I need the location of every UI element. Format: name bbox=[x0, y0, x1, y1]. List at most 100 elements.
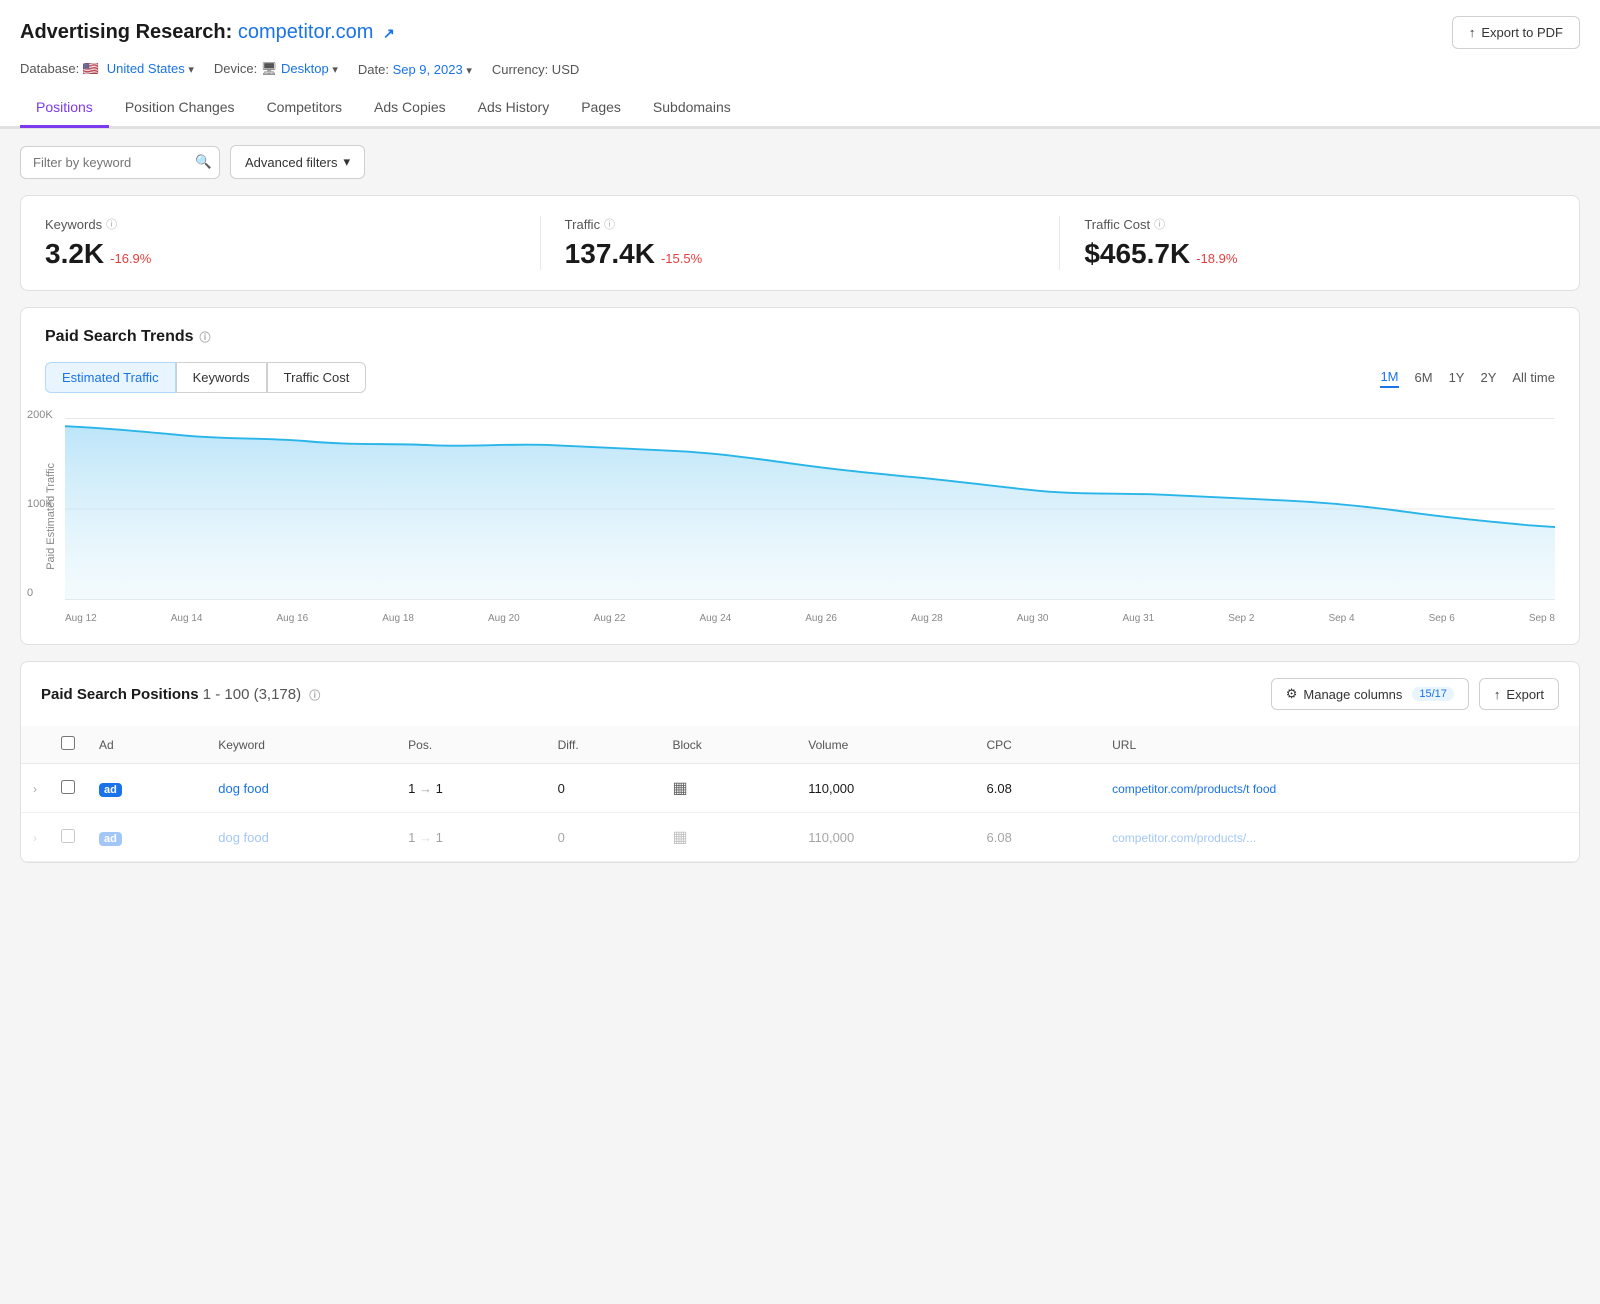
url-link[interactable]: competitor.com/products/... bbox=[1112, 831, 1256, 845]
filter-bar: 🔍 Advanced filters ▾ bbox=[20, 145, 1580, 179]
x-tick-aug22: Aug 22 bbox=[594, 613, 626, 624]
chart-title: Paid Search Trends ⓘ bbox=[45, 328, 1555, 346]
export-icon: ↑ bbox=[1494, 687, 1501, 702]
row-checkbox[interactable] bbox=[61, 829, 75, 843]
keywords-info-icon[interactable]: ⓘ bbox=[106, 216, 117, 232]
diff-cell: 0 bbox=[546, 813, 661, 862]
col-diff-header: Diff. bbox=[546, 726, 661, 764]
col-checkbox bbox=[49, 726, 87, 764]
table-actions: ⚙ Manage columns 15/17 ↑ Export bbox=[1271, 678, 1559, 710]
chart-time-range: 1M 6M 1Y 2Y All time bbox=[1380, 367, 1555, 388]
tab-competitors[interactable]: Competitors bbox=[251, 89, 358, 128]
x-tick-aug30: Aug 30 bbox=[1017, 613, 1049, 624]
manage-columns-button[interactable]: ⚙ Manage columns 15/17 bbox=[1271, 678, 1469, 710]
url-link[interactable]: competitor.com/products/t food bbox=[1112, 782, 1276, 796]
gear-icon: ⚙ bbox=[1286, 686, 1298, 702]
trend-chart bbox=[65, 409, 1555, 609]
positions-table: Ad Keyword Pos. Diff. Block Volume CPC U… bbox=[21, 726, 1579, 862]
database-selector[interactable]: Database: 🇺🇸 United States ▾ bbox=[20, 61, 194, 77]
pos-cell: 1 → 1 bbox=[396, 813, 545, 862]
x-tick-aug12: Aug 12 bbox=[65, 613, 97, 624]
keyword-filter-input[interactable] bbox=[20, 146, 220, 179]
export-pdf-button[interactable]: ↑ Export to PDF bbox=[1452, 16, 1580, 49]
tab-ads-copies[interactable]: Ads Copies bbox=[358, 89, 462, 128]
traffic-cost-change: -18.9% bbox=[1196, 251, 1237, 266]
table-count: 1 - 100 (3,178) bbox=[203, 686, 301, 703]
time-tab-all[interactable]: All time bbox=[1512, 368, 1555, 387]
table-info-icon[interactable]: ⓘ bbox=[309, 690, 320, 702]
external-link-icon[interactable]: ↗ bbox=[383, 25, 395, 41]
stat-traffic: Traffic ⓘ 137.4K -15.5% bbox=[565, 216, 1061, 270]
x-axis: Aug 12 Aug 14 Aug 16 Aug 18 Aug 20 Aug 2… bbox=[65, 613, 1555, 624]
cpc-cell: 6.08 bbox=[975, 764, 1101, 813]
keyword-link[interactable]: dog food bbox=[218, 781, 269, 796]
chart-info-icon[interactable]: ⓘ bbox=[200, 329, 211, 345]
chart-tab-traffic-cost[interactable]: Traffic Cost bbox=[267, 362, 367, 393]
cpc-cell: 6.08 bbox=[975, 813, 1101, 862]
traffic-cost-info-icon[interactable]: ⓘ bbox=[1154, 216, 1165, 232]
y-tick-100k: 100K bbox=[27, 498, 53, 510]
x-tick-sep4: Sep 4 bbox=[1328, 613, 1354, 624]
x-tick-aug28: Aug 28 bbox=[911, 613, 943, 624]
stat-traffic-cost: Traffic Cost ⓘ $465.7K -18.9% bbox=[1084, 216, 1555, 270]
x-tick-aug31: Aug 31 bbox=[1123, 613, 1155, 624]
time-tab-1y[interactable]: 1Y bbox=[1449, 368, 1465, 387]
chart-tab-keywords[interactable]: Keywords bbox=[176, 362, 267, 393]
domain-link[interactable]: competitor.com bbox=[238, 21, 374, 43]
y-tick-200k: 200K bbox=[27, 409, 53, 421]
keyword-link[interactable]: dog food bbox=[218, 830, 269, 845]
device-selector[interactable]: Device: 🖥 Desktop ▾ bbox=[214, 61, 338, 77]
row-checkbox[interactable] bbox=[61, 780, 75, 794]
page-title: Advertising Research: competitor.com ↗ bbox=[20, 21, 395, 44]
x-tick-aug26: Aug 26 bbox=[805, 613, 837, 624]
date-selector[interactable]: Date: Sep 9, 2023 ▾ bbox=[358, 62, 472, 77]
col-cpc-header: CPC bbox=[975, 726, 1101, 764]
block-icon: ▦ bbox=[672, 780, 687, 797]
traffic-info-icon[interactable]: ⓘ bbox=[604, 216, 615, 232]
x-tick-sep6: Sep 6 bbox=[1429, 613, 1455, 624]
device-chevron: ▾ bbox=[332, 64, 338, 76]
chart-controls: Estimated Traffic Keywords Traffic Cost … bbox=[45, 362, 1555, 393]
volume-cell: 110,000 bbox=[796, 813, 974, 862]
nav-tabs: Positions Position Changes Competitors A… bbox=[0, 89, 1600, 128]
col-block-header: Block bbox=[660, 726, 796, 764]
ad-badge: ad bbox=[99, 832, 122, 846]
select-all-checkbox[interactable] bbox=[61, 736, 75, 750]
tab-pages[interactable]: Pages bbox=[565, 89, 637, 128]
keywords-change: -16.9% bbox=[110, 251, 151, 266]
tab-subdomains[interactable]: Subdomains bbox=[637, 89, 747, 128]
time-tab-6m[interactable]: 6M bbox=[1415, 368, 1433, 387]
diff-cell: 0 bbox=[546, 764, 661, 813]
database-chevron: ▾ bbox=[188, 64, 194, 76]
col-keyword-header: Keyword bbox=[206, 726, 396, 764]
tab-position-changes[interactable]: Position Changes bbox=[109, 89, 251, 128]
columns-badge: 15/17 bbox=[1412, 687, 1454, 701]
chart-type-tabs: Estimated Traffic Keywords Traffic Cost bbox=[45, 362, 366, 393]
table-export-button[interactable]: ↑ Export bbox=[1479, 678, 1559, 710]
col-volume-header: Volume bbox=[796, 726, 974, 764]
x-tick-sep8: Sep 8 bbox=[1529, 613, 1555, 624]
x-tick-sep2: Sep 2 bbox=[1228, 613, 1254, 624]
ad-badge: ad bbox=[99, 783, 122, 797]
x-tick-aug14: Aug 14 bbox=[171, 613, 203, 624]
col-expand bbox=[21, 726, 49, 764]
time-tab-1m[interactable]: 1M bbox=[1380, 367, 1398, 388]
tab-ads-history[interactable]: Ads History bbox=[462, 89, 566, 128]
stat-keywords: Keywords ⓘ 3.2K -16.9% bbox=[45, 216, 541, 270]
pos-cell: 1 → 1 bbox=[396, 764, 545, 813]
block-icon: ▦ bbox=[672, 829, 687, 846]
search-icon: 🔍 bbox=[195, 154, 212, 169]
pos-arrow-icon: → bbox=[419, 781, 432, 796]
stats-card: Keywords ⓘ 3.2K -16.9% Traffic ⓘ 137.4K … bbox=[20, 195, 1580, 291]
x-tick-aug16: Aug 16 bbox=[277, 613, 309, 624]
advanced-filters-button[interactable]: Advanced filters ▾ bbox=[230, 145, 365, 179]
table-card: Paid Search Positions 1 - 100 (3,178) ⓘ … bbox=[20, 661, 1580, 863]
search-button[interactable]: 🔍 bbox=[195, 154, 212, 170]
time-tab-2y[interactable]: 2Y bbox=[1480, 368, 1496, 387]
row-expand-icon[interactable]: › bbox=[33, 782, 37, 796]
row-expand-icon[interactable]: › bbox=[33, 831, 37, 845]
tab-positions[interactable]: Positions bbox=[20, 89, 109, 128]
chart-tab-estimated-traffic[interactable]: Estimated Traffic bbox=[45, 362, 176, 393]
meta-bar: Database: 🇺🇸 United States ▾ Device: 🖥 D… bbox=[20, 61, 1580, 77]
date-chevron: ▾ bbox=[466, 65, 472, 77]
